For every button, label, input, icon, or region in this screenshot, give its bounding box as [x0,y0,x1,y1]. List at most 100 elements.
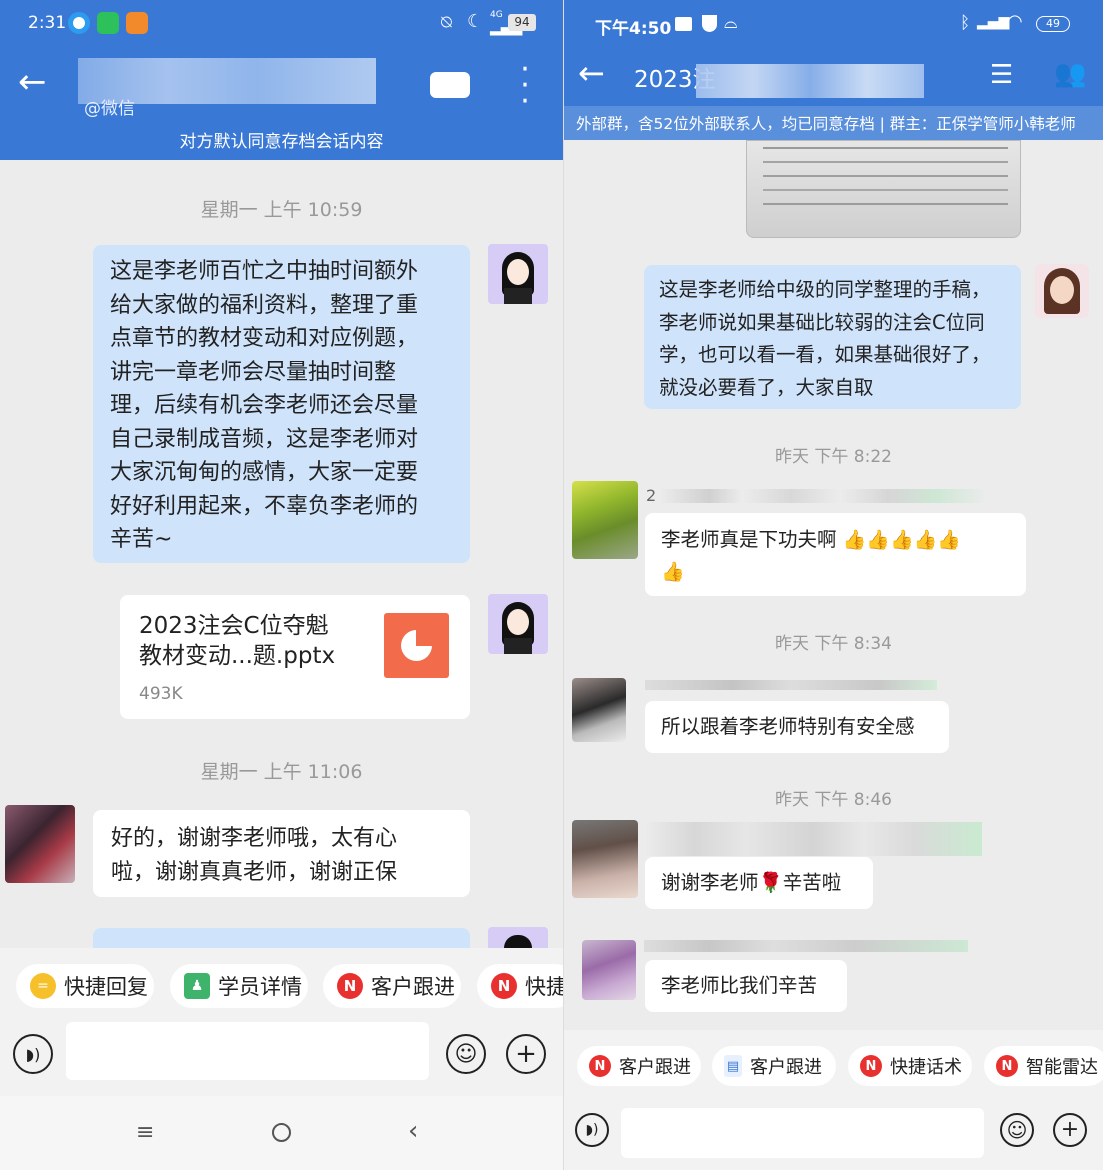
document-icon: ▤ [724,1055,742,1077]
archive-notice: 对方默认同意存档会话内容 [0,122,563,160]
browser-notification-icon [68,12,90,34]
member-avatar-blurred[interactable] [572,678,626,742]
input-bar: ◗) ☺ + [0,1022,563,1096]
message-text: 李老师比我们辛苦 [661,974,818,997]
message-line: 给大家做的福利资料，整理了重 [110,292,419,318]
message-bubble[interactable]: 这是李老师给中级的同学整理的手稿， 李老师说如果基础比较弱的注会C位同 学，也可… [644,265,1021,409]
back-nav-icon[interactable]: ‹ [408,1116,418,1146]
timestamp: 昨天 下午 8:34 [775,634,892,654]
add-button[interactable]: + [1053,1113,1087,1147]
partial-message-bubble [93,928,470,948]
quick-reply-chip[interactable]: = 快捷回复 [16,964,154,1008]
sender-name-blurred [644,940,968,952]
system-nav-bar: ≡ ‹ [0,1096,563,1170]
quick-action-bar: N 客户跟进 ▤ 客户跟进 N 快捷话术 N 智能雷达 [564,1030,1103,1104]
teacher-avatar[interactable] [488,244,548,304]
app-notification-icon [126,12,148,34]
back-arrow-icon[interactable]: ← [578,54,605,92]
voice-input-button[interactable]: ◗) [13,1034,53,1074]
customer-followup-chip[interactable]: ▤ 客户跟进 [712,1046,836,1086]
message-line: 讲完一章老师会尽量抽时间整 [110,359,397,385]
home-nav-icon[interactable] [272,1123,291,1142]
chat-header: ← 2023注 ☰ 👥 [564,48,1103,106]
chip-label: 客户跟进 [750,1057,822,1078]
status-time: 2:31 [28,13,67,33]
member-avatar-blurred[interactable] [582,940,636,1000]
message-line: 好好利用起来，不辜负李老师的 [110,493,419,519]
chip-label: 快捷话术 [890,1057,962,1078]
message-bubble[interactable]: 这是李老师百忙之中抽时间额外 给大家做的福利资料，整理了重 点章节的教材变动和对… [93,245,470,563]
message-bubble[interactable]: 谢谢李老师🌹辛苦啦 [645,857,873,909]
customer-followup-chip[interactable]: N 客户跟进 [577,1046,701,1086]
emoji-button[interactable]: ☺ [446,1034,486,1074]
message-input[interactable] [66,1022,429,1080]
person-icon: ♟ [184,973,210,999]
archive-notice: 外部群，含52位外部联系人，均已同意存档 | 群主：正保学管师小韩老师 [564,106,1103,140]
teacher-avatar[interactable] [488,594,548,654]
message-line: 理，后续有机会李老师还会尽量 [110,393,419,418]
message-input[interactable] [621,1108,984,1158]
back-arrow-icon[interactable]: ← [18,62,47,102]
quick-script-chip[interactable]: N 快捷 [477,964,563,1008]
timestamp: 星期一 上午 11:06 [200,761,363,783]
thumbs-up-emoji-row: 👍👍👍👍👍 [842,529,962,551]
more-options-icon[interactable]: · · · [518,55,532,117]
message-text: 谢谢李老师 [661,871,759,894]
n-logo-icon: N [491,973,517,999]
group-title-blurred [696,64,924,98]
message-line: 大家沉甸甸的感情，大家一定要 [110,460,419,485]
emoji-button[interactable]: ☺ [1000,1113,1034,1147]
message-bubble[interactable]: 好的，谢谢李老师哦，太有心 啦，谢谢真真老师，谢谢正保 [93,810,470,897]
chip-label: 快捷 [525,975,563,999]
handwritten-image-preview[interactable] [746,140,1021,238]
chip-label: 快捷回复 [64,975,148,999]
sender-name-blurred [645,680,937,690]
voice-input-button[interactable]: ◗) [575,1113,609,1147]
message-bubble[interactable]: 李老师真是下功夫啊 👍👍👍👍👍 👍 [645,513,1026,596]
input-bar: ◗) ☺ + [564,1104,1103,1170]
quick-action-bar: = 快捷回复 ♟ 学员详情 N 客户跟进 N 快捷 [0,948,563,1022]
teacher-avatar[interactable] [1035,264,1089,318]
message-line: 这是李老师百忙之中抽时间额外 [110,259,419,284]
left-chat-screen: 2:31 ⍉ ☾ 4G ▂▄▆ 94 ← @微信 · · · 对方默认同意存档会话内… [0,0,563,1170]
n-logo-icon: N [996,1055,1018,1077]
sender-name-blurred [660,489,987,503]
n-logo-icon: N [860,1055,882,1077]
smart-radar-chip[interactable]: N 智能雷达 [984,1046,1103,1086]
teacher-avatar [488,927,548,948]
timestamp: 昨天 下午 8:46 [775,790,892,810]
pptx-file-icon [384,613,449,678]
message-line: 就没必要看了，大家自取 [659,375,874,399]
wifi-icon: ◠ [1007,11,1023,32]
customer-followup-chip[interactable]: N 客户跟进 [323,964,461,1008]
file-card[interactable]: 2023注会C位夺魁 教材变动...题.pptx 493K [120,595,470,719]
message-text: 辛苦啦 [782,871,842,894]
member-avatar-blurred[interactable] [572,820,638,898]
bluetooth-icon: ᛒ [960,13,971,33]
message-bubble[interactable]: 所以跟着李老师特别有安全感 [645,701,949,753]
quick-script-chip[interactable]: N 快捷话术 [848,1046,972,1086]
status-bar: 2:31 ⍉ ☾ 4G ▂▄▆ 94 [0,0,563,48]
message-text: 李老师真是下功夫啊 [661,528,837,551]
message-line: 点章节的教材变动和对应例题， [110,326,419,351]
group-menu-icon[interactable]: ☰ [990,60,1013,90]
group-members-icon[interactable]: 👥 [1054,59,1086,89]
sender-name-blurred [644,822,982,856]
member-avatar-blurred[interactable] [572,481,638,559]
menu-nav-icon[interactable]: ≡ [136,1120,154,1145]
battery-indicator: 49 [1036,16,1070,32]
message-line: 好的，谢谢李老师哦，太有心 [111,826,398,851]
robot-notification-icon: ⌓ [724,13,738,33]
status-bar: 下午4:50 ⌓ ᛒ ▂▄▆ ◠ 49 [564,0,1103,48]
n-logo-icon: N [337,973,363,999]
student-avatar-blurred[interactable] [5,805,75,883]
chip-label: 学员详情 [218,975,302,999]
student-details-chip[interactable]: ♟ 学员详情 [170,964,308,1008]
add-button[interactable]: + [506,1034,546,1074]
wechat-notification-icon [97,12,119,34]
network-label: 4G [490,10,503,20]
message-bubble[interactable]: 李老师比我们辛苦 [645,960,847,1012]
battery-indicator: 94 [508,14,536,31]
video-call-icon[interactable] [430,72,470,98]
rose-emoji: 🌹 [758,871,783,894]
